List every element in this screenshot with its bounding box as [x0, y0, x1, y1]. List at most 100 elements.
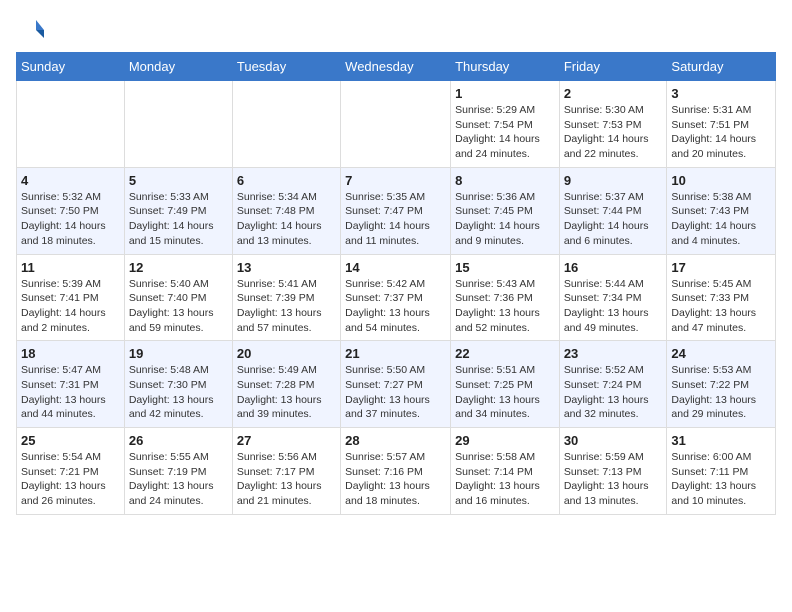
calendar-table: SundayMondayTuesdayWednesdayThursdayFrid…	[16, 52, 776, 515]
day-info: Sunrise: 6:00 AM Sunset: 7:11 PM Dayligh…	[671, 450, 771, 509]
day-info: Sunrise: 5:40 AM Sunset: 7:40 PM Dayligh…	[129, 277, 228, 336]
calendar-cell: 12 Sunrise: 5:40 AM Sunset: 7:40 PM Dayli…	[124, 254, 232, 341]
day-number: 24	[671, 346, 771, 361]
calendar-cell: 4 Sunrise: 5:32 AM Sunset: 7:50 PM Daylig…	[17, 167, 125, 254]
calendar-cell: 11 Sunrise: 5:39 AM Sunset: 7:41 PM Dayli…	[17, 254, 125, 341]
day-number: 18	[21, 346, 120, 361]
day-info: Sunrise: 5:48 AM Sunset: 7:30 PM Dayligh…	[129, 363, 228, 422]
day-number: 30	[564, 433, 663, 448]
day-info: Sunrise: 5:59 AM Sunset: 7:13 PM Dayligh…	[564, 450, 663, 509]
day-number: 27	[237, 433, 336, 448]
day-number: 19	[129, 346, 228, 361]
calendar-cell: 30 Sunrise: 5:59 AM Sunset: 7:13 PM Dayli…	[559, 428, 667, 515]
calendar-cell: 25 Sunrise: 5:54 AM Sunset: 7:21 PM Dayli…	[17, 428, 125, 515]
day-info: Sunrise: 5:50 AM Sunset: 7:27 PM Dayligh…	[345, 363, 446, 422]
day-number: 8	[455, 173, 555, 188]
calendar-cell: 22 Sunrise: 5:51 AM Sunset: 7:25 PM Dayli…	[451, 341, 560, 428]
calendar-cell: 17Sunrise: 5:45 AM Sunset: 7:33 PM Dayli…	[667, 254, 776, 341]
calendar-week-row: 11 Sunrise: 5:39 AM Sunset: 7:41 PM Dayli…	[17, 254, 776, 341]
calendar-cell: 31 Sunrise: 6:00 AM Sunset: 7:11 PM Dayli…	[667, 428, 776, 515]
day-number: 29	[455, 433, 555, 448]
calendar-cell: 1Sunrise: 5:29 AM Sunset: 7:54 PM Daylig…	[451, 81, 560, 168]
day-number: 15	[455, 260, 555, 275]
day-number: 10	[671, 173, 771, 188]
day-number: 20	[237, 346, 336, 361]
weekday-header-row: SundayMondayTuesdayWednesdayThursdayFrid…	[17, 53, 776, 81]
day-number: 14	[345, 260, 446, 275]
calendar-cell: 15 Sunrise: 5:43 AM Sunset: 7:36 PM Dayli…	[451, 254, 560, 341]
logo-icon	[16, 16, 44, 44]
calendar-week-row: 1Sunrise: 5:29 AM Sunset: 7:54 PM Daylig…	[17, 81, 776, 168]
day-info: Sunrise: 5:34 AM Sunset: 7:48 PM Dayligh…	[237, 190, 336, 249]
day-number: 2	[564, 86, 663, 101]
calendar-cell: 21 Sunrise: 5:50 AM Sunset: 7:27 PM Dayli…	[341, 341, 451, 428]
calendar-cell	[17, 81, 125, 168]
calendar-cell	[124, 81, 232, 168]
day-number: 3	[671, 86, 771, 101]
day-info: Sunrise: 5:56 AM Sunset: 7:17 PM Dayligh…	[237, 450, 336, 509]
day-number: 22	[455, 346, 555, 361]
day-info: Sunrise: 5:45 AM Sunset: 7:33 PM Dayligh…	[671, 277, 771, 336]
day-info: Sunrise: 5:43 AM Sunset: 7:36 PM Dayligh…	[455, 277, 555, 336]
weekday-header: Friday	[559, 53, 667, 81]
day-number: 6	[237, 173, 336, 188]
day-info: Sunrise: 5:32 AM Sunset: 7:50 PM Dayligh…	[21, 190, 120, 249]
day-number: 4	[21, 173, 120, 188]
day-number: 9	[564, 173, 663, 188]
day-number: 23	[564, 346, 663, 361]
logo	[16, 16, 48, 44]
calendar-cell: 18 Sunrise: 5:47 AM Sunset: 7:31 PM Dayli…	[17, 341, 125, 428]
page-header	[16, 16, 776, 44]
calendar-cell: 2 Sunrise: 5:30 AM Sunset: 7:53 PM Daylig…	[559, 81, 667, 168]
day-number: 12	[129, 260, 228, 275]
calendar-cell: 7Sunrise: 5:35 AM Sunset: 7:47 PM Daylig…	[341, 167, 451, 254]
day-info: Sunrise: 5:51 AM Sunset: 7:25 PM Dayligh…	[455, 363, 555, 422]
day-number: 21	[345, 346, 446, 361]
day-info: Sunrise: 5:42 AM Sunset: 7:37 PM Dayligh…	[345, 277, 446, 336]
day-number: 5	[129, 173, 228, 188]
day-number: 16	[564, 260, 663, 275]
day-info: Sunrise: 5:52 AM Sunset: 7:24 PM Dayligh…	[564, 363, 663, 422]
day-info: Sunrise: 5:53 AM Sunset: 7:22 PM Dayligh…	[671, 363, 771, 422]
day-number: 7	[345, 173, 446, 188]
weekday-header: Thursday	[451, 53, 560, 81]
calendar-cell: 9 Sunrise: 5:37 AM Sunset: 7:44 PM Daylig…	[559, 167, 667, 254]
day-info: Sunrise: 5:57 AM Sunset: 7:16 PM Dayligh…	[345, 450, 446, 509]
calendar-cell: 26Sunrise: 5:55 AM Sunset: 7:19 PM Dayli…	[124, 428, 232, 515]
calendar-week-row: 25 Sunrise: 5:54 AM Sunset: 7:21 PM Dayli…	[17, 428, 776, 515]
calendar-cell: 3 Sunrise: 5:31 AM Sunset: 7:51 PM Daylig…	[667, 81, 776, 168]
calendar-cell	[232, 81, 340, 168]
day-info: Sunrise: 5:44 AM Sunset: 7:34 PM Dayligh…	[564, 277, 663, 336]
day-info: Sunrise: 5:33 AM Sunset: 7:49 PM Dayligh…	[129, 190, 228, 249]
day-number: 25	[21, 433, 120, 448]
calendar-week-row: 4 Sunrise: 5:32 AM Sunset: 7:50 PM Daylig…	[17, 167, 776, 254]
calendar-cell: 8 Sunrise: 5:36 AM Sunset: 7:45 PM Daylig…	[451, 167, 560, 254]
day-info: Sunrise: 5:54 AM Sunset: 7:21 PM Dayligh…	[21, 450, 120, 509]
calendar-cell: 13Sunrise: 5:41 AM Sunset: 7:39 PM Dayli…	[232, 254, 340, 341]
weekday-header: Wednesday	[341, 53, 451, 81]
day-info: Sunrise: 5:39 AM Sunset: 7:41 PM Dayligh…	[21, 277, 120, 336]
day-number: 31	[671, 433, 771, 448]
calendar-cell: 14 Sunrise: 5:42 AM Sunset: 7:37 PM Dayli…	[341, 254, 451, 341]
day-info: Sunrise: 5:29 AM Sunset: 7:54 PM Dayligh…	[455, 103, 555, 162]
day-number: 28	[345, 433, 446, 448]
day-info: Sunrise: 5:31 AM Sunset: 7:51 PM Dayligh…	[671, 103, 771, 162]
calendar-cell: 20Sunrise: 5:49 AM Sunset: 7:28 PM Dayli…	[232, 341, 340, 428]
day-info: Sunrise: 5:37 AM Sunset: 7:44 PM Dayligh…	[564, 190, 663, 249]
day-number: 11	[21, 260, 120, 275]
calendar-cell: 27 Sunrise: 5:56 AM Sunset: 7:17 PM Dayli…	[232, 428, 340, 515]
calendar-week-row: 18 Sunrise: 5:47 AM Sunset: 7:31 PM Dayli…	[17, 341, 776, 428]
day-info: Sunrise: 5:47 AM Sunset: 7:31 PM Dayligh…	[21, 363, 120, 422]
day-info: Sunrise: 5:38 AM Sunset: 7:43 PM Dayligh…	[671, 190, 771, 249]
day-info: Sunrise: 5:58 AM Sunset: 7:14 PM Dayligh…	[455, 450, 555, 509]
calendar-cell: 5 Sunrise: 5:33 AM Sunset: 7:49 PM Daylig…	[124, 167, 232, 254]
day-number: 26	[129, 433, 228, 448]
weekday-header: Sunday	[17, 53, 125, 81]
calendar-cell: 29 Sunrise: 5:58 AM Sunset: 7:14 PM Dayli…	[451, 428, 560, 515]
day-info: Sunrise: 5:30 AM Sunset: 7:53 PM Dayligh…	[564, 103, 663, 162]
weekday-header: Saturday	[667, 53, 776, 81]
day-info: Sunrise: 5:36 AM Sunset: 7:45 PM Dayligh…	[455, 190, 555, 249]
calendar-cell: 28 Sunrise: 5:57 AM Sunset: 7:16 PM Dayli…	[341, 428, 451, 515]
calendar-cell	[341, 81, 451, 168]
weekday-header: Monday	[124, 53, 232, 81]
